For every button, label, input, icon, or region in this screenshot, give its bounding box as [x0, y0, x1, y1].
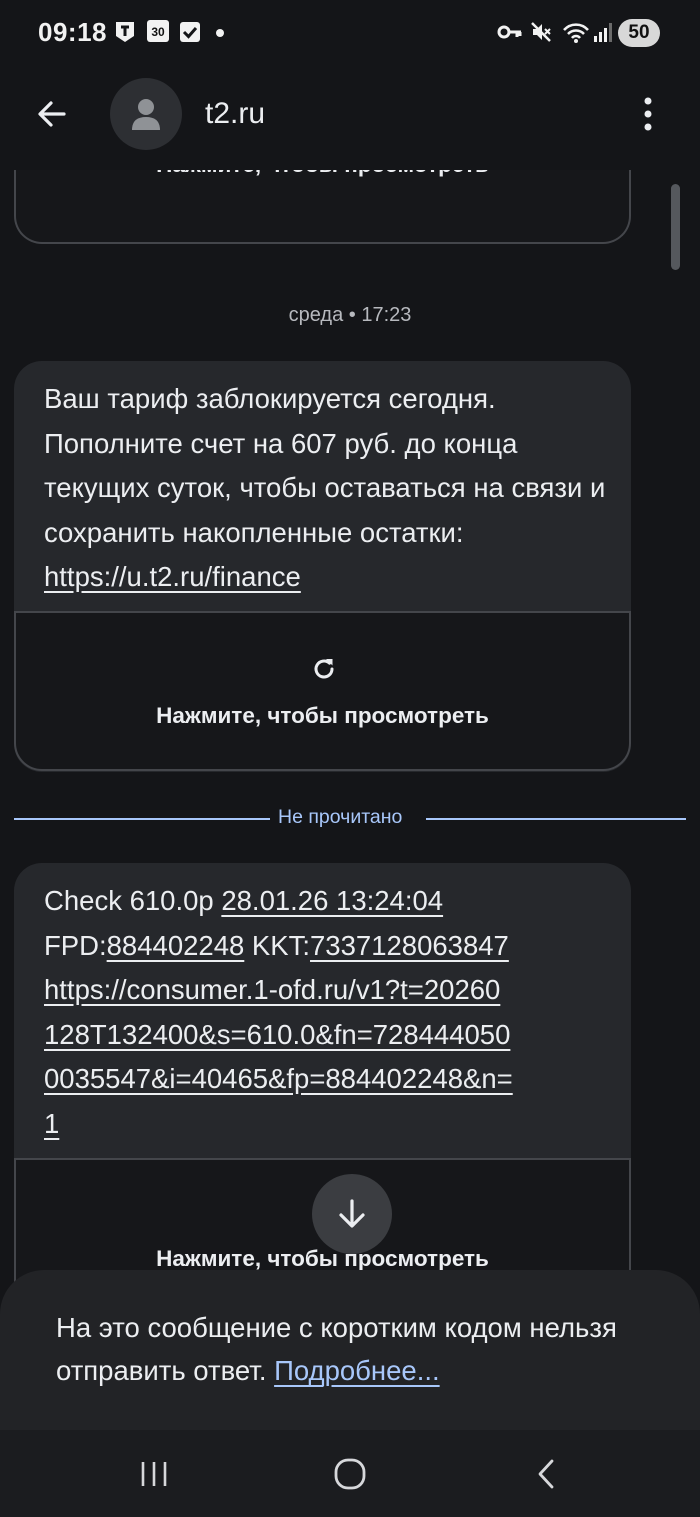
navigation-bar	[0, 1430, 700, 1517]
unread-divider: Не прочитано	[14, 806, 686, 832]
home-button[interactable]	[326, 1452, 374, 1496]
key-icon	[497, 25, 522, 39]
link-preview[interactable]: Нажмите, чтобы просмотреть	[14, 611, 631, 771]
wifi-icon	[563, 23, 589, 43]
banner-text: На это сообщение с коротким кодом нельзя…	[56, 1306, 656, 1392]
message-bubble[interactable]: Check 610.0р 28.01.26 13:24:04 FPD:88440…	[14, 863, 631, 1313]
back-arrow-icon	[38, 101, 66, 127]
notification-dot	[216, 29, 224, 37]
scrollbar[interactable]	[671, 184, 680, 270]
date-separator: среда • 17:23	[288, 304, 412, 326]
conversation-list[interactable]: Нажмите, чтобы просмотреть среда • 17:23…	[0, 170, 700, 1430]
screen: 09:18 30 50 t2.ru среда • 17:23 Ваш тари…	[0, 0, 700, 1517]
status-bar: 09:18 30 50	[0, 0, 700, 66]
nav-back-button[interactable]	[522, 1452, 570, 1496]
message-bubble[interactable]: Ваш тариф заблокируется сегодня. Пополни…	[14, 361, 631, 772]
preview-label: Нажмите, чтобы просмотреть	[156, 703, 489, 728]
battery-indicator: 50	[618, 19, 660, 47]
fpd-label: FPD:	[44, 929, 107, 961]
message-link[interactable]: https://u.t2.ru/finance	[44, 561, 301, 592]
unread-line-left	[14, 818, 270, 820]
person-icon	[132, 99, 160, 130]
kkt-label: KKT:	[244, 929, 311, 961]
app-bar: t2.ru	[0, 66, 700, 170]
home-icon	[334, 1458, 366, 1490]
message-text: Check 610.0р 28.01.26 13:24:04 FPD:88440…	[14, 863, 631, 1146]
reply-unavailable-banner: На это сообщение с коротким кодом нельзя…	[0, 1270, 700, 1432]
back-button[interactable]	[26, 88, 78, 140]
mute-icon	[531, 22, 551, 42]
avatar[interactable]	[110, 78, 182, 150]
message-link[interactable]: https://consumer.1-ofd.ru/v1?t=20260128T…	[44, 968, 514, 1146]
more-options-button[interactable]	[628, 88, 668, 140]
preview-label: Нажмите, чтобы просмотреть	[156, 1246, 489, 1271]
refresh-icon	[314, 659, 334, 679]
recents-icon	[141, 1462, 167, 1486]
recents-button[interactable]	[130, 1452, 178, 1496]
fpd-link[interactable]: 884402248	[107, 930, 245, 961]
kkt-link[interactable]: 7337128063847	[310, 930, 509, 961]
status-time: 09:18	[38, 17, 107, 47]
download-icon	[339, 1199, 365, 1228]
signal-icon	[594, 23, 612, 42]
message-body: Check 610.0р	[44, 885, 222, 916]
previous-message-preview[interactable]: Нажмите, чтобы просмотреть	[14, 170, 631, 244]
more-vert-icon	[644, 97, 652, 131]
unread-label: Не прочитано	[278, 806, 403, 828]
preview-label: Нажмите, чтобы просмотреть	[16, 170, 629, 178]
message-date-link[interactable]: 28.01.26 13:24:04	[221, 885, 443, 916]
nav-back-icon	[538, 1459, 554, 1489]
message-body: Ваш тариф заблокируется сегодня. Пополни…	[44, 383, 606, 548]
message-text: Ваш тариф заблокируется сегодня. Пополни…	[14, 361, 631, 600]
conversation-title[interactable]: t2.ru	[205, 97, 265, 131]
checkbox-icon	[180, 22, 200, 42]
unread-line-right	[426, 818, 686, 820]
learn-more-link[interactable]: Подробнее...	[274, 1355, 440, 1386]
calendar-icon: 30	[147, 20, 169, 42]
download-button[interactable]	[312, 1174, 392, 1254]
tele2-icon	[116, 22, 134, 42]
